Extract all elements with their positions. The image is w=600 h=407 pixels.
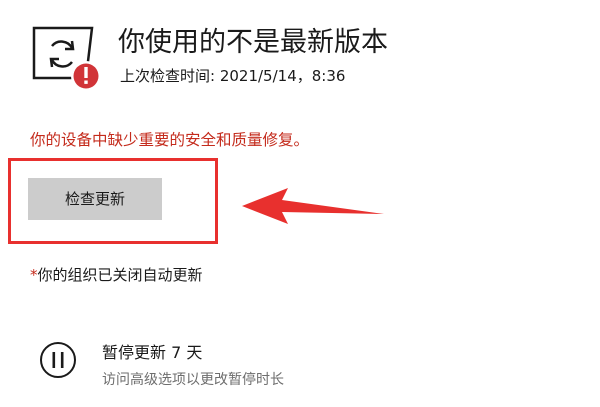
pause-updates-subtitle: 访问高级选项以更改暂停时长 (102, 372, 284, 388)
missing-fixes-warning: 你的设备中缺少重要的安全和质量修复。 (30, 131, 310, 149)
pause-updates-title: 暂停更新 7 天 (102, 343, 203, 362)
update-error-icon (32, 26, 101, 91)
error-badge-icon (71, 61, 101, 91)
last-checked-time: 上次检查时间: 2021/5/14，8:36 (120, 67, 346, 85)
auto-update-policy-note: *你的组织已关闭自动更新 (30, 265, 203, 285)
pause-updates-option[interactable]: 暂停更新 7 天 访问高级选项以更改暂停时长 (38, 336, 398, 392)
check-updates-button[interactable]: 检查更新 (28, 178, 162, 220)
policy-note-text: 你的组织已关闭自动更新 (37, 266, 203, 284)
update-status-title: 你使用的不是最新版本 (118, 27, 388, 58)
pointer-arrow (242, 188, 384, 224)
policy-note-asterisk: * (30, 266, 38, 284)
pause-icon (40, 342, 76, 378)
update-status-icon (30, 22, 102, 94)
